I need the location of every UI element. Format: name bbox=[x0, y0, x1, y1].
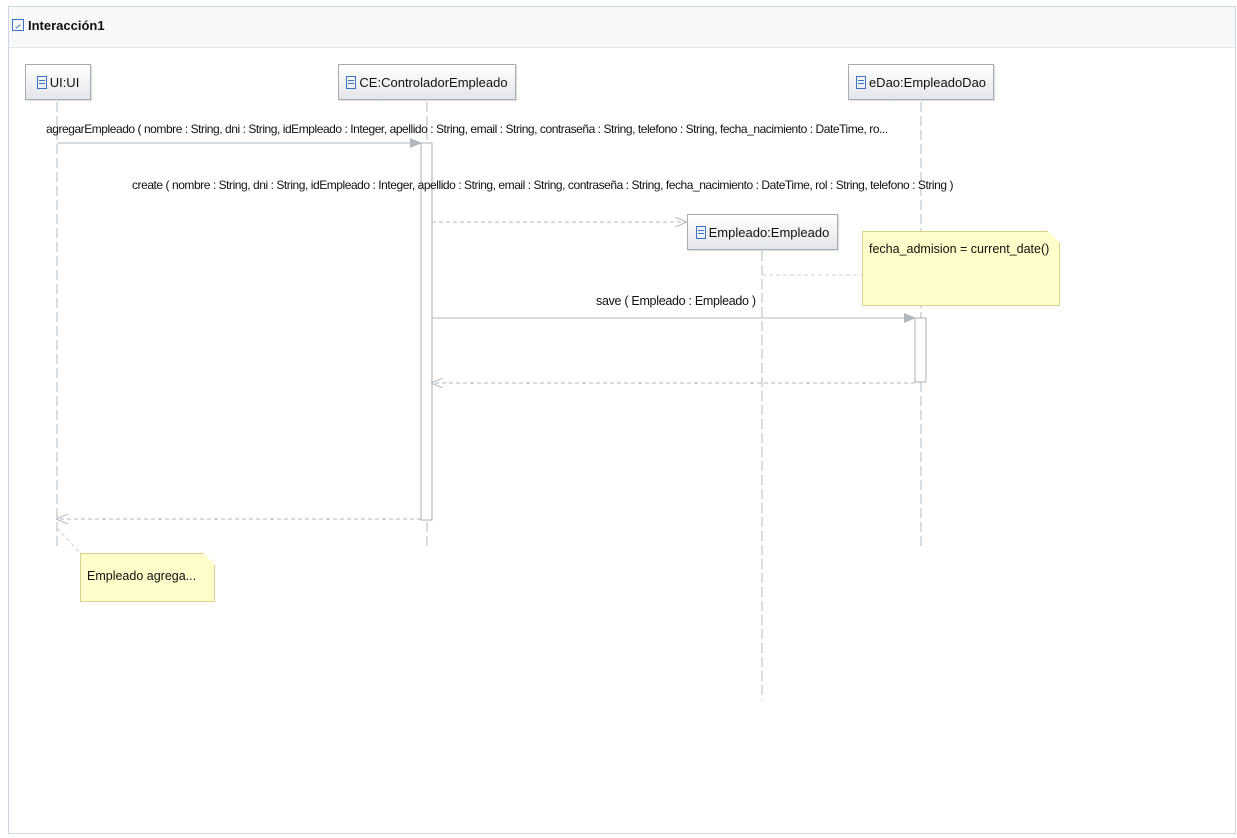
lifeline-label-ui: UI:UI bbox=[49, 74, 80, 90]
class-icon bbox=[346, 75, 357, 89]
class-icon bbox=[695, 225, 706, 239]
lifeline-head-ui[interactable]: UI:UI bbox=[25, 64, 91, 100]
note-fecha-admision[interactable]: fecha_admision = current_date() bbox=[862, 231, 1060, 306]
activation-bar-ce[interactable] bbox=[420, 142, 433, 521]
class-icon bbox=[855, 75, 866, 89]
message-label-create[interactable]: create ( nombre : String, dni : String, … bbox=[132, 178, 953, 192]
note-anchor-agrega bbox=[56, 527, 81, 554]
lifeline-label-empleado: Empleado:Empleado bbox=[708, 224, 830, 240]
class-icon bbox=[36, 75, 47, 89]
note-text-fecha: fecha_admision = current_date() bbox=[869, 242, 1050, 256]
message-label-agregar[interactable]: agregarEmpleado ( nombre : String, dni :… bbox=[46, 122, 888, 136]
lifeline-label-ce: CE:ControladorEmpleado bbox=[359, 74, 508, 90]
lifeline-head-empleado[interactable]: Empleado:Empleado bbox=[687, 214, 838, 250]
note-text-agrega: Empleado agrega... bbox=[87, 569, 197, 583]
message-label-save[interactable]: save ( Empleado : Empleado ) bbox=[596, 294, 756, 308]
note-empleado-agrega[interactable]: Empleado agrega... bbox=[80, 553, 215, 602]
lifeline-head-edao[interactable]: eDao:EmpleadoDao bbox=[848, 64, 994, 100]
lifeline-label-edao: eDao:EmpleadoDao bbox=[868, 74, 987, 90]
diagram-canvas: Interacción1 UI:UI CE:ControladorEmplead… bbox=[0, 0, 1237, 838]
lifeline-head-ce[interactable]: CE:ControladorEmpleado bbox=[338, 64, 516, 100]
activation-bar-edao[interactable] bbox=[914, 317, 927, 383]
